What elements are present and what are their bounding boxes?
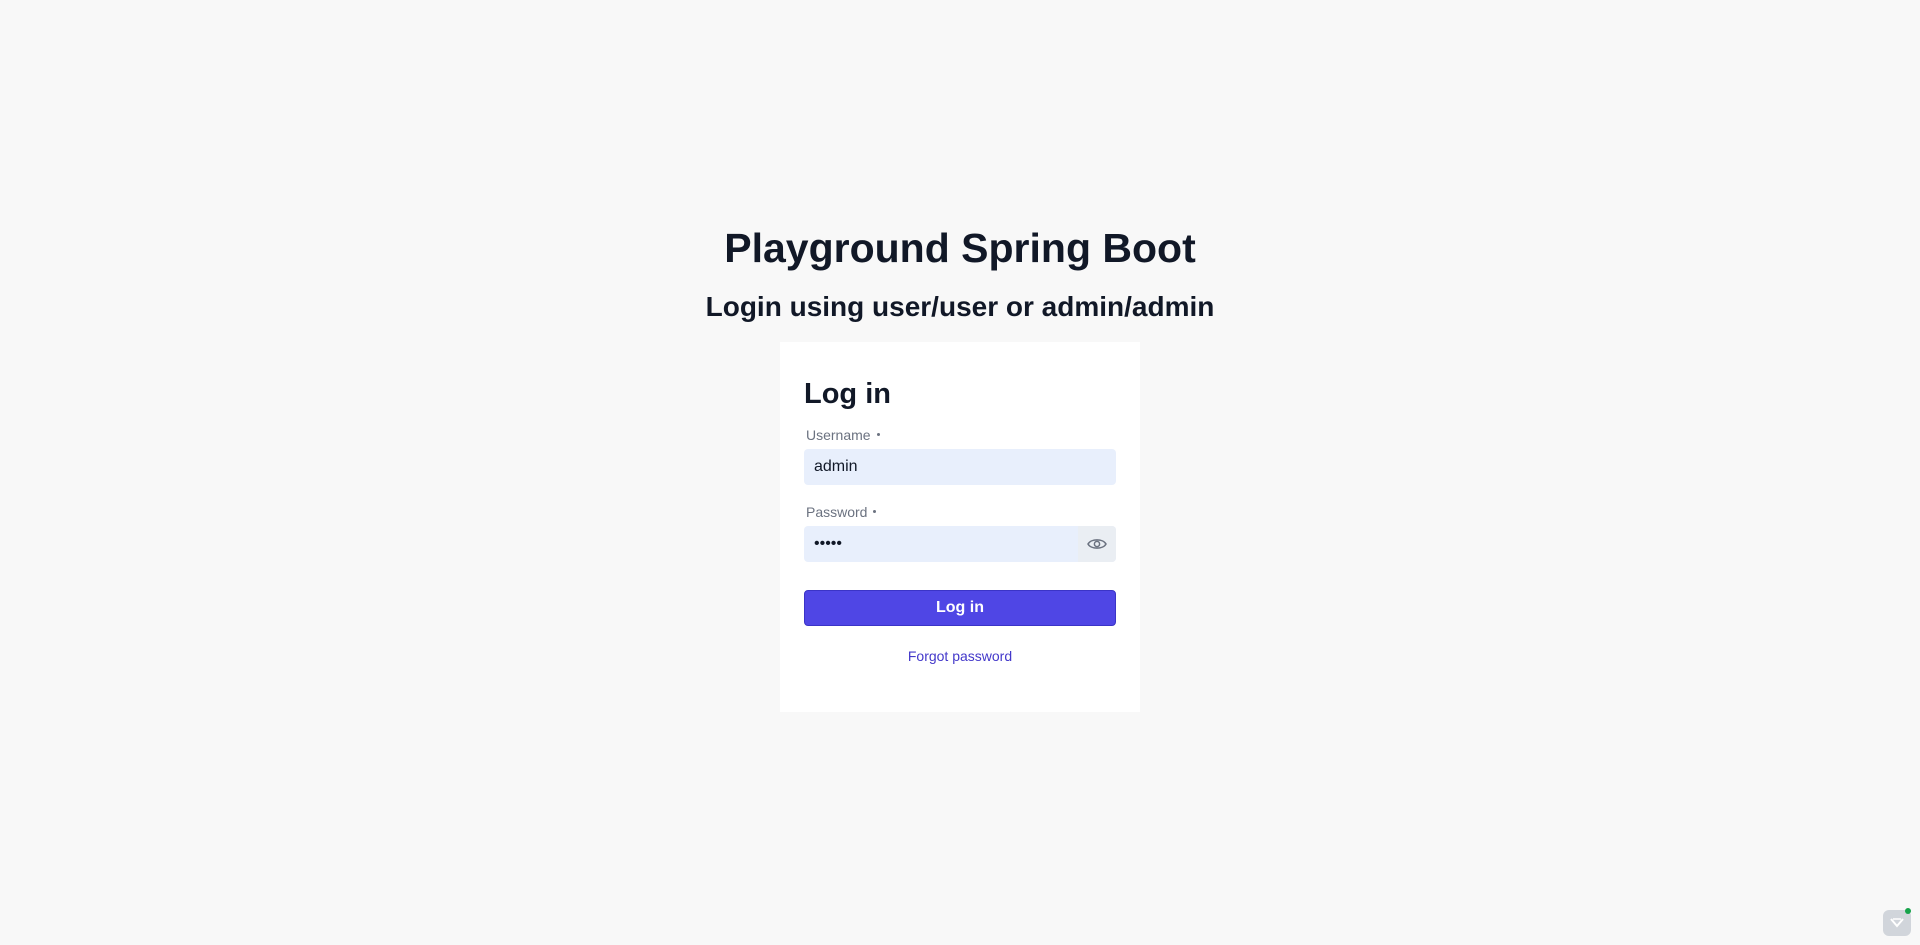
- required-indicator: [876, 432, 880, 436]
- username-label-text: Username: [806, 427, 871, 443]
- forgot-password-link[interactable]: Forgot password: [780, 646, 1140, 666]
- password-field: [804, 526, 1116, 562]
- status-indicator: [1905, 908, 1911, 914]
- login-page: Playground Spring Boot Login using user/…: [0, 0, 1920, 945]
- dev-tools-icon: [1890, 918, 1904, 928]
- username-label: Username: [806, 426, 880, 444]
- password-label: Password: [806, 503, 877, 521]
- login-button[interactable]: Log in: [804, 590, 1116, 626]
- page-subtitle: Login using user/user or admin/admin: [705, 291, 1215, 322]
- password-label-text: Password: [806, 504, 868, 520]
- required-indicator: [873, 509, 877, 513]
- username-field: [804, 449, 1116, 485]
- eye-icon: [1087, 539, 1107, 549]
- password-input[interactable]: [804, 526, 1076, 562]
- login-heading: Log in: [804, 378, 891, 410]
- page-title: Playground Spring Boot: [724, 225, 1196, 271]
- username-input[interactable]: [804, 449, 1116, 485]
- password-reveal-button[interactable]: [1078, 526, 1116, 562]
